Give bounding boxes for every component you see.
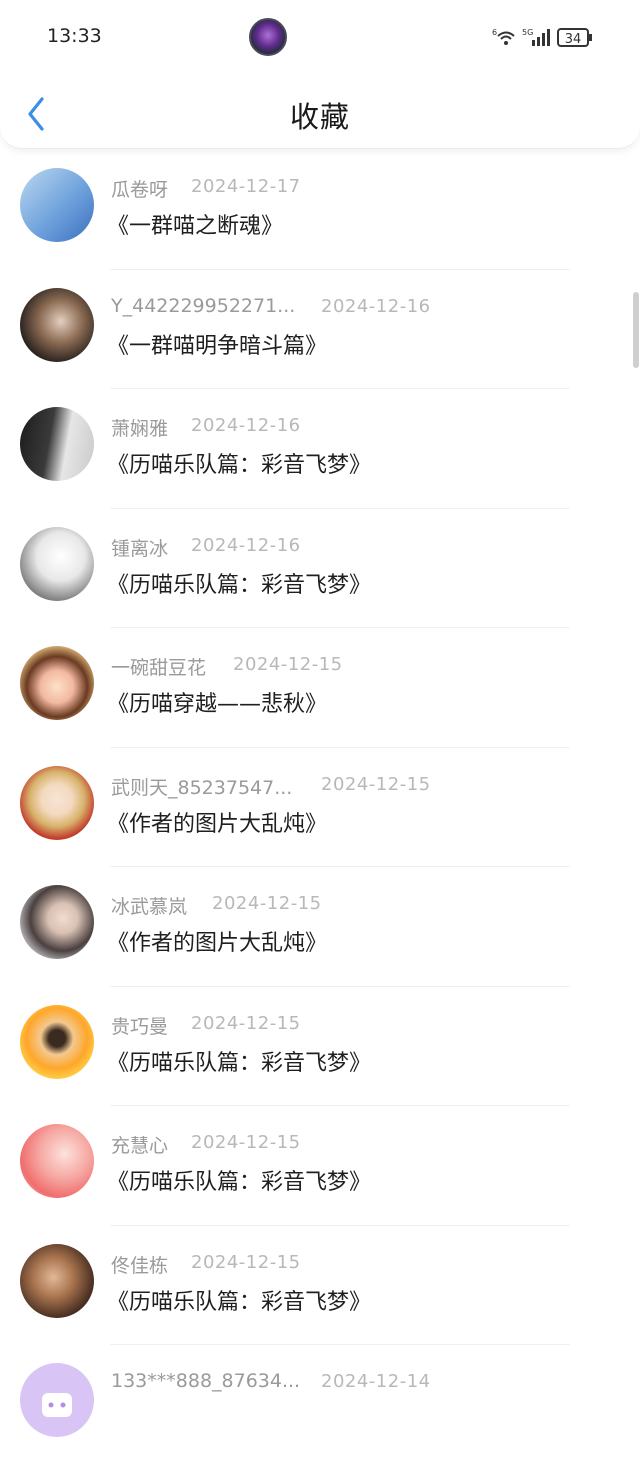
avatar[interactable]: [20, 885, 94, 959]
username[interactable]: 瓜卷呀: [111, 175, 168, 202]
date: 2024-12-16: [191, 534, 301, 556]
favorites-list: 瓜卷呀 2024-12-17 《一群喵之断魂》 Y_442229952271..…: [0, 150, 640, 1465]
avatar[interactable]: [20, 1004, 94, 1079]
date: 2024-12-16: [191, 415, 301, 436]
list-item[interactable]: 佟佳栋 2024-12-15 《历喵乐队篇：彩音飞梦》: [0, 1226, 640, 1345]
list-item[interactable]: 贵巧曼 2024-12-15 《历喵乐队篇：彩音飞梦》: [0, 987, 640, 1106]
avatar[interactable]: [20, 407, 94, 481]
list-item[interactable]: 瓜卷呀 2024-12-17 《一群喵之断魂》: [0, 150, 640, 270]
battery-level: 34: [565, 32, 582, 47]
avatar[interactable]: [20, 1124, 94, 1198]
story-title[interactable]: 《历喵乐队篇：彩音飞梦》: [107, 1045, 371, 1077]
avatar[interactable]: [20, 526, 94, 601]
date: 2024-12-15: [191, 1132, 301, 1153]
avatar[interactable]: [20, 168, 94, 242]
avatar[interactable]: [20, 646, 94, 720]
username[interactable]: 一碗甜豆花: [111, 653, 206, 680]
date: 2024-12-15: [191, 1012, 301, 1034]
top-header: 13:33 6 5G 34 收藏: [0, 0, 640, 149]
username[interactable]: Y_442229952271...: [111, 295, 295, 317]
username[interactable]: 萧娴雅: [111, 414, 168, 441]
list-item[interactable]: 锺离冰 2024-12-16 《历喵乐队篇：彩音飞梦》: [0, 509, 640, 628]
date: 2024-12-15: [321, 773, 431, 795]
story-title[interactable]: 《历喵穿越——悲秋》: [107, 686, 327, 718]
battery-icon: 34: [557, 28, 592, 47]
wifi-icon: 6: [492, 28, 515, 45]
date: 2024-12-17: [191, 176, 301, 197]
username[interactable]: 贵巧曼: [111, 1012, 168, 1039]
page-title: 收藏: [289, 100, 350, 134]
avatar[interactable]: [20, 287, 94, 362]
avatar[interactable]: [20, 1363, 94, 1437]
username[interactable]: 佟佳栋: [111, 1251, 168, 1278]
wifi-label: 6: [492, 28, 497, 37]
list-item[interactable]: 充慧心 2024-12-15 《历喵乐队篇：彩音飞梦》: [0, 1106, 640, 1226]
username[interactable]: 冰武慕岚: [111, 892, 187, 919]
default-avatar-icon: [42, 1393, 72, 1417]
story-title[interactable]: 《一群喵之断魂》: [107, 208, 283, 240]
app-badge-icon: [249, 18, 287, 56]
story-title[interactable]: 《作者的图片大乱炖》: [107, 925, 327, 957]
story-title[interactable]: 《一群喵明争暗斗篇》: [107, 328, 327, 360]
username[interactable]: 锺离冰: [111, 534, 168, 561]
date: 2024-12-14: [321, 1371, 431, 1392]
list-item[interactable]: 冰武慕岚 2024-12-15 《作者的图片大乱炖》: [0, 867, 640, 987]
avatar[interactable]: [20, 1243, 94, 1318]
network-label: 5G: [522, 28, 533, 37]
scrollbar[interactable]: [633, 292, 639, 368]
story-title[interactable]: 《历喵乐队篇：彩音飞梦》: [107, 567, 371, 599]
username[interactable]: 武则天_85237547...: [111, 773, 292, 800]
list-item[interactable]: 萧娴雅 2024-12-16 《历喵乐队篇：彩音飞梦》: [0, 389, 640, 509]
date: 2024-12-15: [212, 893, 322, 914]
date: 2024-12-15: [233, 654, 343, 675]
story-title[interactable]: 《历喵乐队篇：彩音飞梦》: [107, 1284, 371, 1316]
story-title[interactable]: 《作者的图片大乱炖》: [107, 806, 327, 838]
story-title[interactable]: 《历喵乐队篇：彩音飞梦》: [107, 447, 371, 479]
list-item[interactable]: 一碗甜豆花 2024-12-15 《历喵穿越——悲秋》: [0, 628, 640, 748]
date: 2024-12-15: [191, 1251, 301, 1273]
status-time: 13:33: [47, 25, 102, 47]
list-item[interactable]: 武则天_85237547... 2024-12-15 《作者的图片大乱炖》: [0, 748, 640, 867]
story-title[interactable]: 《历喵乐队篇：彩音飞梦》: [107, 1164, 371, 1196]
username[interactable]: 充慧心: [111, 1131, 168, 1158]
list-item[interactable]: Y_442229952271... 2024-12-16 《一群喵明争暗斗篇》: [0, 270, 640, 389]
signal-icon: 5G: [522, 28, 550, 46]
status-indicators: 6 5G 34: [492, 26, 596, 50]
avatar[interactable]: [20, 765, 94, 840]
date: 2024-12-16: [321, 295, 431, 317]
username[interactable]: 133***888_87634...: [111, 1370, 300, 1392]
